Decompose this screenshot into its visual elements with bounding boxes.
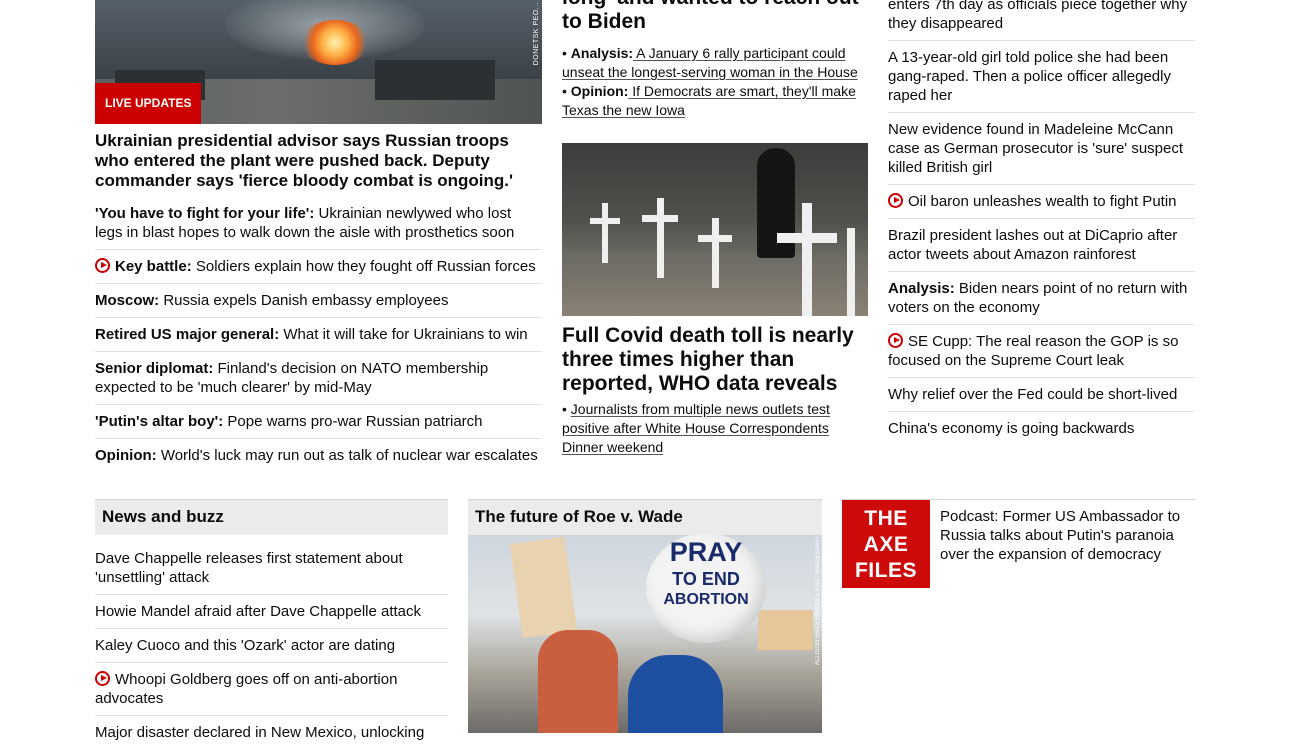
- section-title[interactable]: News and buzz: [95, 499, 448, 535]
- story-label: 'You have to fight for your life':: [95, 205, 315, 222]
- list-item[interactable]: Major disaster declared in New Mexico, u…: [95, 715, 448, 749]
- cross-graphic: [642, 215, 678, 222]
- photo-credit: ALLISON BAILEY/MIDDLE EAST IMAGES/AFP: [815, 537, 821, 665]
- story-label: Opinion:: [95, 447, 157, 464]
- bullet-item[interactable]: • Opinion: If Democrats are smart, they'…: [562, 82, 868, 120]
- story-label: Moscow:: [95, 292, 160, 309]
- protest-sign: [758, 610, 813, 650]
- play-icon: [888, 333, 903, 348]
- list-item[interactable]: enters 7th day as officials piece togeth…: [888, 0, 1195, 40]
- story-text[interactable]: Howie Mandel afraid after Dave Chappelle…: [95, 603, 421, 620]
- hero-headline[interactable]: Ukrainian presidential advisor says Russ…: [95, 131, 542, 191]
- list-item[interactable]: SE Cupp: The real reason the GOP is so f…: [888, 324, 1195, 377]
- story-text[interactable]: Whoopi Goldberg goes off on anti-abortio…: [95, 671, 397, 707]
- roe-section: The future of Roe v. Wade PRAY TO END AB…: [468, 499, 822, 733]
- story-label: 'Putin's altar boy':: [95, 413, 224, 430]
- cross-graphic: [698, 235, 732, 242]
- story-text[interactable]: China's economy is going backwards: [888, 420, 1134, 437]
- logo-line: AXE: [863, 533, 909, 556]
- balloon-text: PRAY: [669, 537, 743, 567]
- list-item[interactable]: Retired US major general: What it will t…: [95, 317, 542, 351]
- explosion-graphic: [300, 20, 370, 65]
- list-item[interactable]: Kaley Cuoco and this 'Ozark' actor are d…: [95, 628, 448, 662]
- cross-graphic: [712, 218, 719, 288]
- cross-graphic: [657, 198, 664, 278]
- covid-bullets: • Journalists from multiple news outlets…: [562, 400, 868, 457]
- bullet-label: Analysis:: [570, 45, 634, 61]
- list-item[interactable]: Oil baron unleashes wealth to fight Puti…: [888, 184, 1195, 218]
- live-updates-badge[interactable]: LIVE UPDATES: [95, 83, 202, 124]
- list-item[interactable]: Analysis: Biden nears point of no return…: [888, 271, 1195, 324]
- story-label: Key battle:: [115, 258, 192, 275]
- bullet-item[interactable]: • Journalists from multiple news outlets…: [562, 400, 868, 457]
- col1-story-list: 'You have to fight for your life': Ukrai…: [95, 197, 542, 472]
- photo-credit: DONETSK PEO...: [533, 2, 540, 66]
- list-item[interactable]: Why relief over the Fed could be short-l…: [888, 377, 1195, 411]
- story-text[interactable]: A 13-year-old girl told police she had b…: [888, 49, 1171, 104]
- play-icon: [888, 193, 903, 208]
- story-text[interactable]: Why relief over the Fed could be short-l…: [888, 386, 1177, 403]
- story-text[interactable]: Brazil president lashes out at DiCaprio …: [888, 227, 1177, 263]
- list-item[interactable]: Dave Chappelle releases first statement …: [95, 542, 448, 594]
- story-label: Senior diplomat:: [95, 360, 214, 377]
- list-item[interactable]: China's economy is going backwards: [888, 411, 1195, 445]
- list-item[interactable]: Whoopi Goldberg goes off on anti-abortio…: [95, 662, 448, 715]
- section-title[interactable]: The future of Roe v. Wade: [468, 499, 822, 535]
- logo-line: THE: [864, 507, 908, 530]
- balloon-text: ABORTION: [663, 591, 749, 608]
- play-icon: [95, 671, 110, 686]
- cross-graphic: [802, 203, 812, 316]
- list-item[interactable]: Opinion: World's luck may run out as tal…: [95, 438, 542, 472]
- top-headline[interactable]: long' and wanted to reach out to Biden: [562, 0, 868, 34]
- covid-headline[interactable]: Full Covid death toll is nearly three ti…: [562, 324, 868, 396]
- list-item[interactable]: Moscow: Russia expels Danish embassy emp…: [95, 283, 542, 317]
- list-item[interactable]: 'You have to fight for your life': Ukrai…: [95, 197, 542, 249]
- cross-graphic: [590, 218, 620, 224]
- bullet-item[interactable]: • Analysis: A January 6 rally participan…: [562, 44, 868, 82]
- list-item[interactable]: Key battle: Soldiers explain how they fo…: [95, 249, 542, 283]
- story-label: Retired US major general:: [95, 326, 280, 343]
- story-text[interactable]: Russia expels Danish embassy employees: [159, 292, 448, 309]
- story-label: Analysis:: [888, 280, 955, 297]
- bullet-text[interactable]: Journalists from multiple news outlets t…: [562, 401, 830, 455]
- story-text[interactable]: Kaley Cuoco and this 'Ozark' actor are d…: [95, 637, 395, 654]
- balloon-text: TO END: [672, 569, 740, 589]
- cross-graphic: [777, 233, 837, 243]
- list-item[interactable]: A 13-year-old girl told police she had b…: [888, 40, 1195, 112]
- building-graphic: [375, 60, 495, 100]
- buzz-story-list: Dave Chappelle releases first statement …: [95, 535, 448, 749]
- news-and-buzz-section: News and buzz Dave Chappelle releases fi…: [95, 499, 448, 749]
- list-item[interactable]: Howie Mandel afraid after Dave Chappelle…: [95, 594, 448, 628]
- cross-graphic: [847, 228, 855, 316]
- story-text[interactable]: Oil baron unleashes wealth to fight Puti…: [908, 193, 1177, 210]
- list-item[interactable]: Senior diplomat: Finland's decision on N…: [95, 351, 542, 404]
- roe-protest-image[interactable]: PRAY TO END ABORTION ALLISON BAILEY/MIDD…: [468, 535, 822, 733]
- story-text[interactable]: SE Cupp: The real reason the GOP is so f…: [888, 333, 1178, 369]
- col3-story-list: enters 7th day as officials piece togeth…: [888, 0, 1195, 445]
- story-text[interactable]: Pope warns pro-war Russian patriarch: [223, 413, 482, 430]
- story-text[interactable]: enters 7th day as officials piece togeth…: [888, 0, 1187, 32]
- story-text[interactable]: New evidence found in Madeleine McCann c…: [888, 121, 1183, 176]
- cross-graphic: [602, 203, 608, 263]
- play-icon: [95, 258, 110, 273]
- logo-line: FILES: [854, 559, 917, 582]
- list-item[interactable]: Brazil president lashes out at DiCaprio …: [888, 218, 1195, 271]
- protest-sign: [509, 536, 578, 639]
- list-item[interactable]: 'Putin's altar boy': Pope warns pro-war …: [95, 404, 542, 438]
- bullet-label: Opinion:: [570, 83, 629, 99]
- story-text[interactable]: World's luck may run out as talk of nucl…: [157, 447, 538, 464]
- story-text[interactable]: Major disaster declared in New Mexico, u…: [95, 724, 424, 741]
- story-text[interactable]: What it will take for Ukrainians to win: [279, 326, 527, 343]
- covid-cemetery-image[interactable]: [562, 143, 868, 316]
- story-text[interactable]: Dave Chappelle releases first statement …: [95, 550, 403, 586]
- top-bullets: • Analysis: A January 6 rally participan…: [562, 44, 868, 120]
- podcast-link[interactable]: Podcast: Former US Ambassador to Russia …: [940, 507, 1195, 564]
- protester-figure: [538, 630, 618, 733]
- axe-files-logo[interactable]: THE AXE FILES: [842, 500, 930, 588]
- protest-balloon: PRAY TO END ABORTION: [646, 535, 766, 643]
- hero-image[interactable]: DONETSK PEO... LIVE UPDATES: [95, 0, 542, 124]
- protester-figure: [628, 655, 723, 733]
- list-item[interactable]: New evidence found in Madeleine McCann c…: [888, 112, 1195, 184]
- story-text[interactable]: Soldiers explain how they fought off Rus…: [192, 258, 536, 275]
